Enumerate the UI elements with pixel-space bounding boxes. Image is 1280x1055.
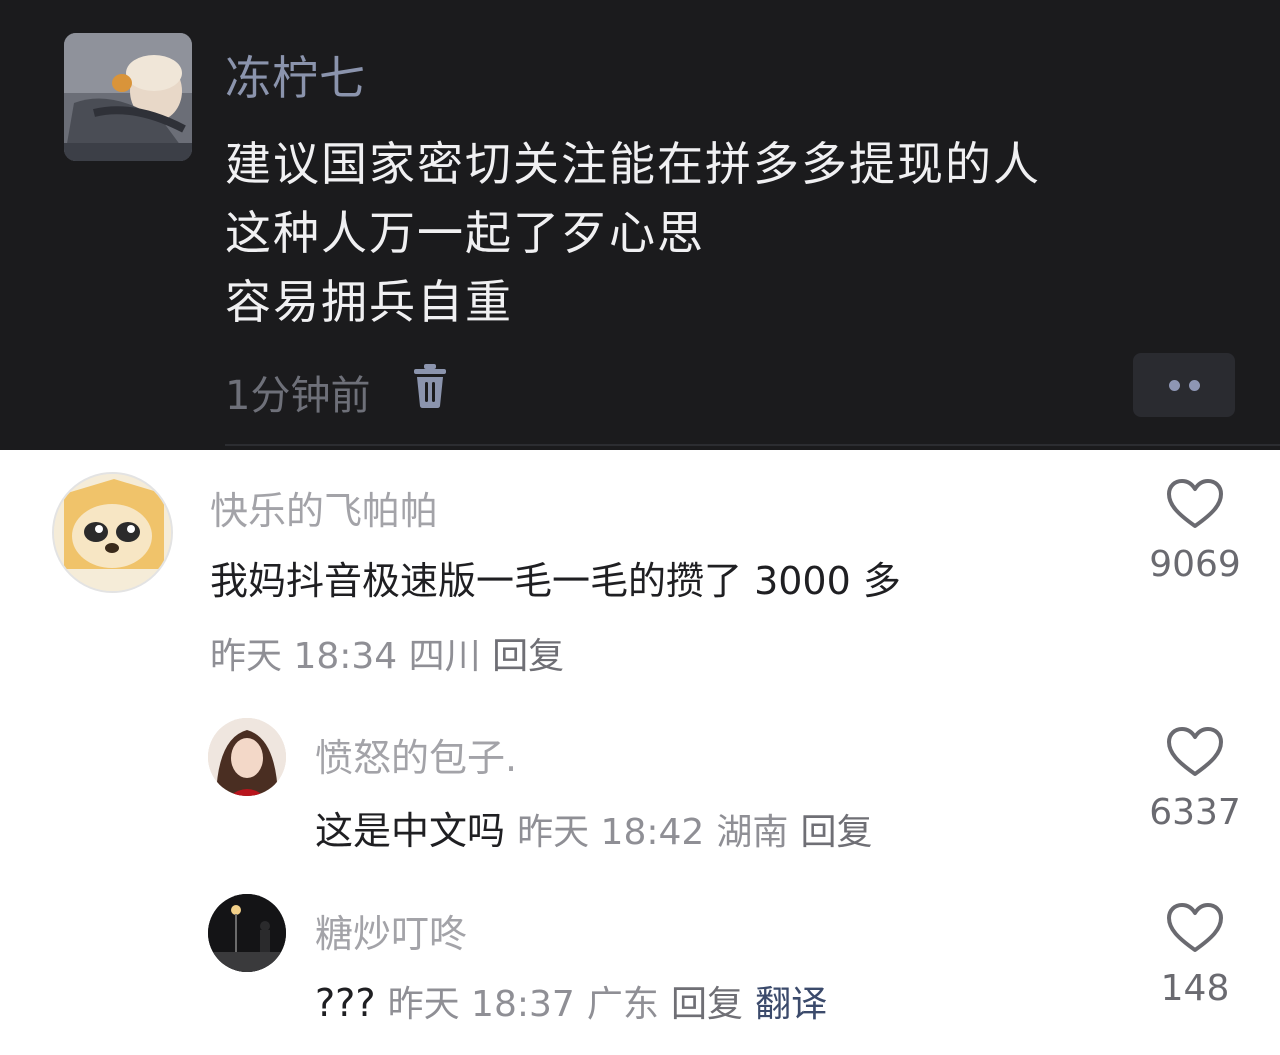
like-count: 148 (1160, 968, 1230, 1009)
comment-line: ??? 昨天 18:37 广东 回复 翻译 (315, 975, 827, 1027)
comment-location: 四川 (408, 636, 481, 677)
like-count: 9069 (1149, 544, 1241, 585)
heart-icon (1167, 903, 1223, 952)
comment-time: 昨天 18:37 (387, 984, 575, 1025)
commenter-avatar[interactable] (208, 894, 286, 972)
more-icon-dot (1189, 380, 1200, 391)
comment-time: 昨天 18:42 (517, 812, 705, 853)
author-avatar[interactable] (64, 33, 192, 161)
like-count: 6337 (1149, 792, 1241, 833)
like-button[interactable]: 9069 (1140, 478, 1250, 585)
comment-location: 湖南 (716, 812, 789, 853)
comment-meta: 昨天 18:34 四川 回复 (210, 627, 564, 679)
original-post: 冻柠七 建议国家密切关注能在拼多多提现的人 这种人万一起了歹心思 容易拥兵自重 … (0, 0, 1280, 450)
comment-text: 我妈抖音极速版一毛一毛的攒了 3000 多 (210, 559, 901, 603)
commenter-name[interactable]: 糖炒叮咚 (315, 903, 467, 958)
comment-location: 广东 (586, 984, 659, 1025)
post-text-line-1: 建议国家密切关注能在拼多多提现的人 (225, 137, 1041, 191)
more-button[interactable] (1133, 353, 1235, 417)
post-text-line-2: 这种人万一起了歹心思 (225, 206, 705, 260)
post-time: 1分钟前 (225, 373, 371, 419)
translate-button[interactable]: 翻译 (755, 984, 827, 1025)
divider (225, 444, 1280, 446)
heart-icon (1167, 727, 1223, 776)
comment-text: ??? (315, 981, 376, 1025)
trash-icon[interactable] (410, 363, 450, 409)
comment-text: 这是中文吗 (315, 809, 506, 853)
reply-button[interactable]: 回复 (801, 812, 873, 853)
reply-button[interactable]: 回复 (671, 984, 743, 1025)
reply-button[interactable]: 回复 (492, 636, 564, 677)
commenter-avatar[interactable] (52, 472, 173, 593)
like-button[interactable]: 148 (1140, 902, 1250, 1009)
commenter-name[interactable]: 愤怒的包子. (315, 727, 517, 782)
cartoon-dog-icon (54, 474, 171, 591)
commenter-avatar[interactable] (208, 718, 286, 796)
comment-time: 昨天 18:34 (210, 636, 398, 677)
post-text-line-3: 容易拥兵自重 (225, 275, 513, 329)
commenter-name[interactable]: 快乐的飞帕帕 (210, 480, 438, 535)
more-icon (1169, 380, 1180, 391)
heart-icon (1167, 479, 1223, 528)
portrait-icon (208, 718, 286, 796)
avatar-image (64, 33, 192, 161)
post-author-name[interactable]: 冻柠七 (225, 42, 366, 108)
night-scene-icon (208, 894, 286, 972)
comment-line: 这是中文吗 昨天 18:42 湖南 回复 (315, 800, 873, 855)
like-button[interactable]: 6337 (1140, 726, 1250, 833)
